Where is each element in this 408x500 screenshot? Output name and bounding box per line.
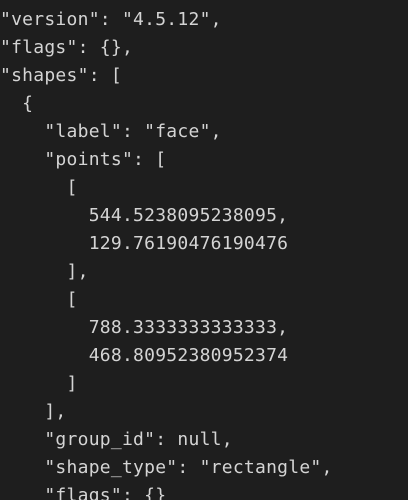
code-line-shape-flags: "flags": {} <box>0 485 167 500</box>
code-line-points-close: ], <box>0 401 67 422</box>
code-line-point-close: ], <box>0 261 89 282</box>
code-line-flags: "flags": {}, <box>0 37 134 58</box>
code-line-point-x: 544.5238095238095, <box>0 205 289 226</box>
code-line-points: "points": [ <box>0 149 167 170</box>
code-line-point-x: 788.3333333333333, <box>0 317 289 338</box>
code-line-label: "label": "face", <box>0 121 222 142</box>
code-line-shapes: "shapes": [ <box>0 65 122 86</box>
code-line-point-y: 129.76190476190476 <box>0 233 289 254</box>
code-line-open-brace: { <box>0 93 34 114</box>
code-line-point-open: [ <box>0 289 78 310</box>
code-line-group-id: "group_id": null, <box>0 429 233 450</box>
code-line-version: "version": "4.5.12", <box>0 9 222 30</box>
code-line-point-close: ] <box>0 373 78 394</box>
code-line-shape-type: "shape_type": "rectangle", <box>0 457 333 478</box>
code-line-point-y: 468.80952380952374 <box>0 345 289 366</box>
json-code-view[interactable]: "version": "4.5.12", "flags": {}, "shape… <box>0 0 408 500</box>
code-line-point-open: [ <box>0 177 78 198</box>
